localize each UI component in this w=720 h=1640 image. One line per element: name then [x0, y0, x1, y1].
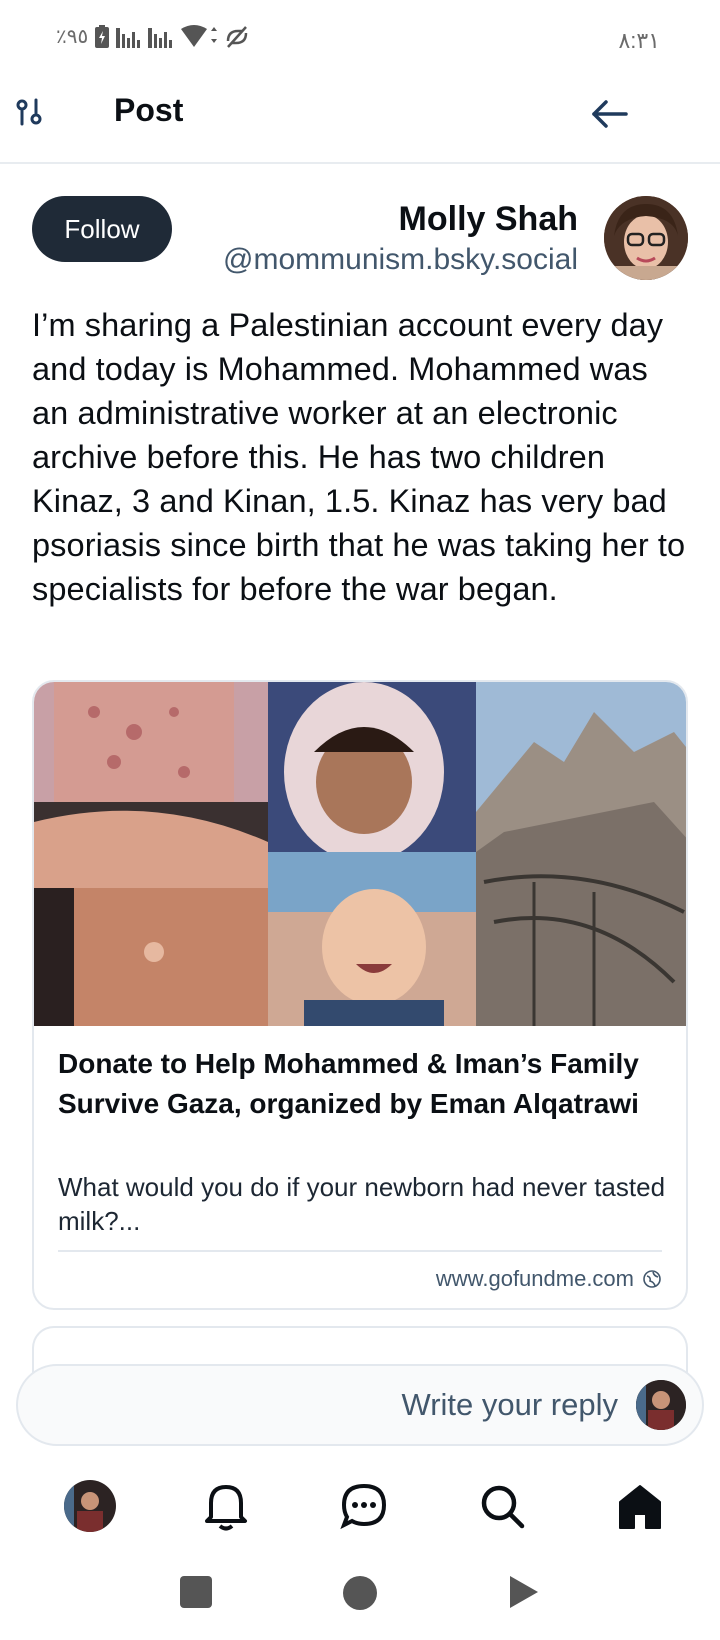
link-domain-row: www.gofundme.com: [436, 1266, 662, 1292]
signal-icon-2: [148, 27, 173, 48]
status-left: ٪۹٥: [56, 24, 250, 49]
user-avatar: [636, 1380, 686, 1430]
link-title: Donate to Help Mohammed & Iman’s Family …: [58, 1048, 639, 1119]
back-arrow-icon[interactable]: [586, 90, 634, 138]
link-domain: www.gofundme.com: [435, 1266, 634, 1291]
no-sync-icon: [226, 25, 248, 48]
reply-placeholder[interactable]: Write your reply: [402, 1387, 619, 1423]
back-triangle-icon[interactable]: [508, 1574, 540, 1615]
sliders-icon[interactable]: [10, 92, 50, 132]
link-divider: [58, 1250, 662, 1252]
recents-square-icon[interactable]: [180, 1576, 212, 1608]
profile-avatar[interactable]: [60, 1476, 120, 1536]
link-card[interactable]: Donate to Help Mohammed & Iman’s Family …: [32, 680, 688, 1310]
author-avatar[interactable]: [604, 196, 688, 280]
battery-percent: ٪۹٥: [56, 26, 89, 48]
home-icon[interactable]: [610, 1476, 670, 1536]
link-thumbnail: [34, 682, 686, 1026]
globe-icon: [643, 1270, 661, 1288]
battery-icon: [95, 24, 110, 48]
page-title: Post: [114, 92, 184, 128]
signal-icon-1: [116, 27, 141, 48]
post-body: I’m sharing a Palestinian account every …: [32, 307, 686, 607]
search-icon[interactable]: [472, 1476, 532, 1536]
author-name[interactable]: Molly Shah: [399, 200, 578, 239]
home-circle-icon[interactable]: [343, 1576, 377, 1610]
status-bar: ٪۹٥ ۸:۳۱: [0, 0, 720, 80]
clock: ۸:۳۱: [618, 28, 660, 53]
chat-icon[interactable]: [334, 1476, 394, 1536]
bell-icon[interactable]: [196, 1476, 256, 1536]
follow-button[interactable]: Follow: [32, 196, 172, 262]
link-description: What would you do if your newborn had ne…: [58, 1172, 666, 1236]
reply-box[interactable]: Write your reply: [16, 1364, 704, 1446]
wifi-icon: [181, 24, 218, 47]
author-handle[interactable]: @mommunism.bsky.social: [223, 243, 578, 277]
